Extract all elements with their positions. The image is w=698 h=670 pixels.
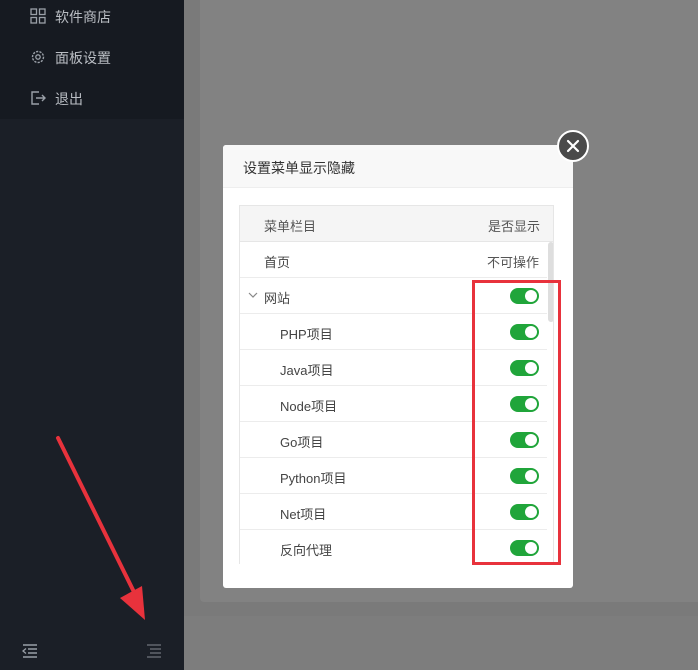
annotation-arrow-icon — [56, 436, 145, 620]
column-header-visible: 是否显示 — [487, 219, 540, 234]
row-name: PHP项目 — [280, 327, 333, 342]
row-name: Java项目 — [280, 363, 334, 378]
chevron-down-icon[interactable] — [248, 291, 258, 299]
sidebar-item-label: 退出 — [55, 91, 83, 107]
sidebar-item-software-store[interactable]: 软件商店 — [0, 0, 184, 37]
annotation-highlight-box — [472, 280, 561, 565]
dialog-title: 设置菜单显示隐藏 — [243, 160, 355, 176]
logout-icon — [31, 91, 46, 105]
gear-icon — [31, 50, 45, 64]
dialog-header: 设置菜单显示隐藏 — [223, 145, 573, 188]
dialog-close-button[interactable] — [557, 130, 589, 162]
sidebar-menu: 软件商店 面板设置 退出 — [0, 0, 184, 119]
row-status: 不可操作 — [486, 255, 539, 270]
grid-icon — [30, 8, 46, 24]
sidebar-item-logout[interactable]: 退出 — [0, 79, 184, 119]
sidebar-item-panel-settings[interactable]: 面板设置 — [0, 38, 184, 78]
row-name: 网站 — [264, 291, 291, 306]
row-name: 首页 — [264, 255, 291, 270]
row-name: Node项目 — [280, 399, 338, 414]
sidebar-item-label: 面板设置 — [55, 50, 111, 66]
column-header-menu: 菜单栏目 — [264, 219, 317, 234]
row-name: Python项目 — [280, 471, 347, 486]
footer-bar — [184, 616, 698, 670]
row-name: Net项目 — [280, 507, 327, 522]
menu-list-icon[interactable] — [146, 644, 162, 658]
table-row: 首页 不可操作 — [240, 242, 547, 278]
sidebar-item-label: 软件商店 — [55, 9, 111, 25]
collapse-menu-icon[interactable] — [22, 644, 38, 658]
close-icon — [566, 139, 580, 153]
row-name: Go项目 — [280, 435, 324, 450]
row-name: 反向代理 — [280, 543, 333, 558]
table-header: 菜单栏目 是否显示 — [240, 206, 553, 242]
